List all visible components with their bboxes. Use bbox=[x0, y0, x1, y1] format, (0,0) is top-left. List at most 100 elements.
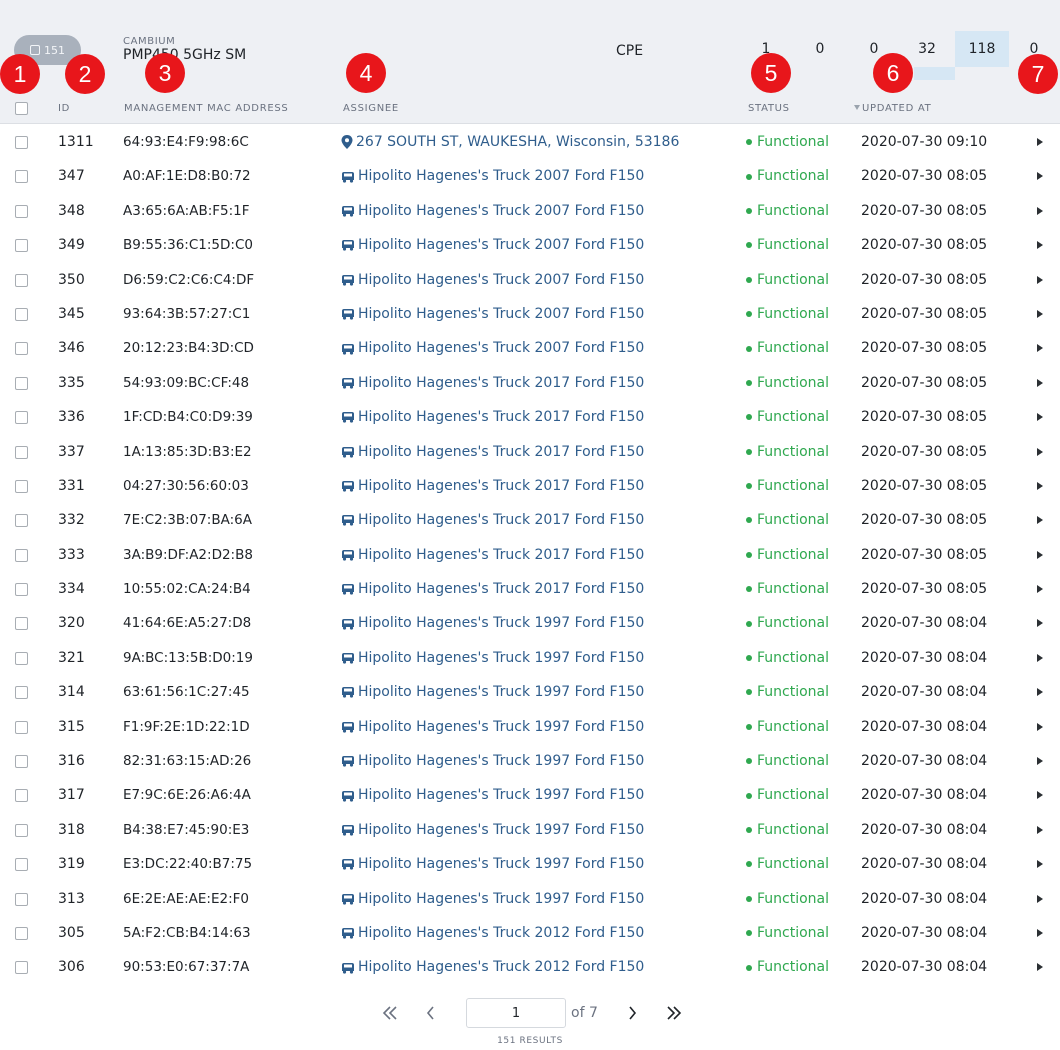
row-select-checkbox[interactable] bbox=[15, 651, 28, 665]
table-row[interactable]: 306 90:53:E0:67:37:7A Hipolito Hagenes's T… bbox=[0, 950, 1060, 984]
stat-count[interactable]: 0 bbox=[798, 31, 842, 67]
row-select-checkbox[interactable] bbox=[15, 548, 28, 562]
column-header-mac[interactable]: MANAGEMENT MAC ADDRESS bbox=[124, 103, 288, 114]
expand-row-button[interactable] bbox=[1037, 159, 1043, 193]
row-select-checkbox[interactable] bbox=[15, 961, 28, 975]
assignee-link[interactable]: Hipolito Hagenes's Truck 2017 Ford F150 bbox=[341, 503, 644, 537]
row-select-checkbox[interactable] bbox=[15, 445, 28, 459]
row-select-checkbox[interactable] bbox=[15, 720, 28, 734]
expand-row-button[interactable] bbox=[1037, 297, 1043, 331]
table-row[interactable]: 1311 64:93:E4:F9:98:6C 267 SOUTH ST, WAUKE… bbox=[0, 125, 1060, 159]
first-page-button[interactable] bbox=[378, 1001, 402, 1025]
expand-row-button[interactable] bbox=[1037, 125, 1043, 159]
row-select-checkbox[interactable] bbox=[15, 892, 28, 906]
expand-row-button[interactable] bbox=[1037, 572, 1043, 606]
table-row[interactable]: 336 1F:CD:B4:C0:D9:39 Hipolito Hagenes's T… bbox=[0, 400, 1060, 434]
row-select-checkbox[interactable] bbox=[15, 514, 28, 528]
row-select-checkbox[interactable] bbox=[15, 479, 28, 493]
assignee-link[interactable]: Hipolito Hagenes's Truck 1997 Ford F150 bbox=[341, 710, 644, 744]
expand-row-button[interactable] bbox=[1037, 916, 1043, 950]
column-header-assignee[interactable]: ASSIGNEE bbox=[343, 103, 399, 114]
expand-row-button[interactable] bbox=[1037, 228, 1043, 262]
expand-row-button[interactable] bbox=[1037, 469, 1043, 503]
expand-row-button[interactable] bbox=[1037, 263, 1043, 297]
row-select-checkbox[interactable] bbox=[15, 307, 28, 321]
expand-row-button[interactable] bbox=[1037, 366, 1043, 400]
row-select-checkbox[interactable] bbox=[15, 411, 28, 425]
expand-row-button[interactable] bbox=[1037, 778, 1043, 812]
assignee-link[interactable]: Hipolito Hagenes's Truck 2017 Ford F150 bbox=[341, 400, 644, 434]
expand-row-button[interactable] bbox=[1037, 194, 1043, 228]
table-row[interactable]: 349 B9:55:36:C1:5D:C0 Hipolito Hagenes's T… bbox=[0, 228, 1060, 262]
row-select-checkbox[interactable] bbox=[15, 342, 28, 356]
table-row[interactable]: 335 54:93:09:BC:CF:48 Hipolito Hagenes's T… bbox=[0, 366, 1060, 400]
assignee-link[interactable]: Hipolito Hagenes's Truck 2017 Ford F150 bbox=[341, 469, 644, 503]
row-select-checkbox[interactable] bbox=[15, 583, 28, 597]
table-row[interactable]: 320 41:64:6E:A5:27:D8 Hipolito Hagenes's T… bbox=[0, 606, 1060, 640]
expand-row-button[interactable] bbox=[1037, 744, 1043, 778]
row-select-checkbox[interactable] bbox=[15, 858, 28, 872]
expand-row-button[interactable] bbox=[1037, 400, 1043, 434]
assignee-link[interactable]: Hipolito Hagenes's Truck 2007 Ford F150 bbox=[341, 159, 644, 193]
table-row[interactable]: 316 82:31:63:15:AD:26 Hipolito Hagenes's T… bbox=[0, 744, 1060, 778]
row-select-checkbox[interactable] bbox=[15, 376, 28, 390]
expand-row-button[interactable] bbox=[1037, 435, 1043, 469]
expand-row-button[interactable] bbox=[1037, 813, 1043, 847]
table-row[interactable]: 337 1A:13:85:3D:B3:E2 Hipolito Hagenes's T… bbox=[0, 435, 1060, 469]
table-row[interactable]: 332 7E:C2:3B:07:BA:6A Hipolito Hagenes's T… bbox=[0, 503, 1060, 537]
expand-row-button[interactable] bbox=[1037, 503, 1043, 537]
expand-row-button[interactable] bbox=[1037, 675, 1043, 709]
assignee-link[interactable]: Hipolito Hagenes's Truck 2007 Ford F150 bbox=[341, 297, 644, 331]
row-select-checkbox[interactable] bbox=[15, 789, 28, 803]
row-select-checkbox[interactable] bbox=[15, 926, 28, 940]
column-header-status[interactable]: STATUS bbox=[748, 103, 790, 114]
expand-row-button[interactable] bbox=[1037, 641, 1043, 675]
row-select-checkbox[interactable] bbox=[15, 204, 28, 218]
expand-row-button[interactable] bbox=[1037, 331, 1043, 365]
assignee-link[interactable]: Hipolito Hagenes's Truck 2007 Ford F150 bbox=[341, 228, 644, 262]
stat-count-highlighted[interactable]: 118 bbox=[955, 31, 1009, 67]
assignee-link[interactable]: Hipolito Hagenes's Truck 2012 Ford F150 bbox=[341, 950, 644, 984]
assignee-link[interactable]: Hipolito Hagenes's Truck 1997 Ford F150 bbox=[341, 847, 644, 881]
previous-page-button[interactable] bbox=[420, 1001, 442, 1025]
table-row[interactable]: 350 D6:59:C2:C6:C4:DF Hipolito Hagenes's T… bbox=[0, 263, 1060, 297]
assignee-link[interactable]: Hipolito Hagenes's Truck 1997 Ford F150 bbox=[341, 641, 644, 675]
assignee-link[interactable]: 267 SOUTH ST, WAUKESHA, Wisconsin, 53186 bbox=[341, 125, 679, 159]
next-page-button[interactable] bbox=[621, 1001, 643, 1025]
table-row[interactable]: 348 A3:65:6A:AB:F5:1F Hipolito Hagenes's T… bbox=[0, 194, 1060, 228]
row-select-checkbox[interactable] bbox=[15, 239, 28, 253]
table-row[interactable]: 345 93:64:3B:57:27:C1 Hipolito Hagenes's T… bbox=[0, 297, 1060, 331]
assignee-link[interactable]: Hipolito Hagenes's Truck 1997 Ford F150 bbox=[341, 882, 644, 916]
expand-row-button[interactable] bbox=[1037, 950, 1043, 984]
table-row[interactable]: 347 A0:AF:1E:D8:B0:72 Hipolito Hagenes's T… bbox=[0, 159, 1060, 193]
stat-count[interactable]: 32 bbox=[905, 31, 949, 67]
table-row[interactable]: 313 6E:2E:AE:AE:E2:F0 Hipolito Hagenes's T… bbox=[0, 882, 1060, 916]
expand-row-button[interactable] bbox=[1037, 710, 1043, 744]
page-number-input[interactable]: 1 bbox=[466, 998, 566, 1028]
row-select-checkbox[interactable] bbox=[15, 617, 28, 631]
row-select-checkbox[interactable] bbox=[15, 686, 28, 700]
expand-row-button[interactable] bbox=[1037, 606, 1043, 640]
table-row[interactable]: 321 9A:BC:13:5B:D0:19 Hipolito Hagenes's T… bbox=[0, 641, 1060, 675]
column-header-updated[interactable]: UPDATED AT bbox=[854, 103, 931, 114]
table-row[interactable]: 318 B4:38:E7:45:90:E3 Hipolito Hagenes's T… bbox=[0, 813, 1060, 847]
table-row[interactable]: 319 E3:DC:22:40:B7:75 Hipolito Hagenes's T… bbox=[0, 847, 1060, 881]
assignee-link[interactable]: Hipolito Hagenes's Truck 2017 Ford F150 bbox=[341, 538, 644, 572]
table-row[interactable]: 333 3A:B9:DF:A2:D2:B8 Hipolito Hagenes's T… bbox=[0, 538, 1060, 572]
row-select-checkbox[interactable] bbox=[15, 823, 28, 837]
assignee-link[interactable]: Hipolito Hagenes's Truck 2017 Ford F150 bbox=[341, 366, 644, 400]
assignee-link[interactable]: Hipolito Hagenes's Truck 2017 Ford F150 bbox=[341, 572, 644, 606]
assignee-link[interactable]: Hipolito Hagenes's Truck 2017 Ford F150 bbox=[341, 435, 644, 469]
assignee-link[interactable]: Hipolito Hagenes's Truck 2007 Ford F150 bbox=[341, 194, 644, 228]
column-header-id[interactable]: ID bbox=[58, 103, 70, 114]
table-row[interactable]: 334 10:55:02:CA:24:B4 Hipolito Hagenes's T… bbox=[0, 572, 1060, 606]
last-page-button[interactable] bbox=[662, 1001, 686, 1025]
table-row[interactable]: 315 F1:9F:2E:1D:22:1D Hipolito Hagenes's T… bbox=[0, 710, 1060, 744]
assignee-link[interactable]: Hipolito Hagenes's Truck 2012 Ford F150 bbox=[341, 916, 644, 950]
table-row[interactable]: 317 E7:9C:6E:26:A6:4A Hipolito Hagenes's T… bbox=[0, 778, 1060, 812]
table-row[interactable]: 314 63:61:56:1C:27:45 Hipolito Hagenes's T… bbox=[0, 675, 1060, 709]
expand-row-button[interactable] bbox=[1037, 538, 1043, 572]
select-all-checkbox[interactable] bbox=[15, 102, 28, 115]
row-select-checkbox[interactable] bbox=[15, 170, 28, 184]
assignee-link[interactable]: Hipolito Hagenes's Truck 1997 Ford F150 bbox=[341, 606, 644, 640]
